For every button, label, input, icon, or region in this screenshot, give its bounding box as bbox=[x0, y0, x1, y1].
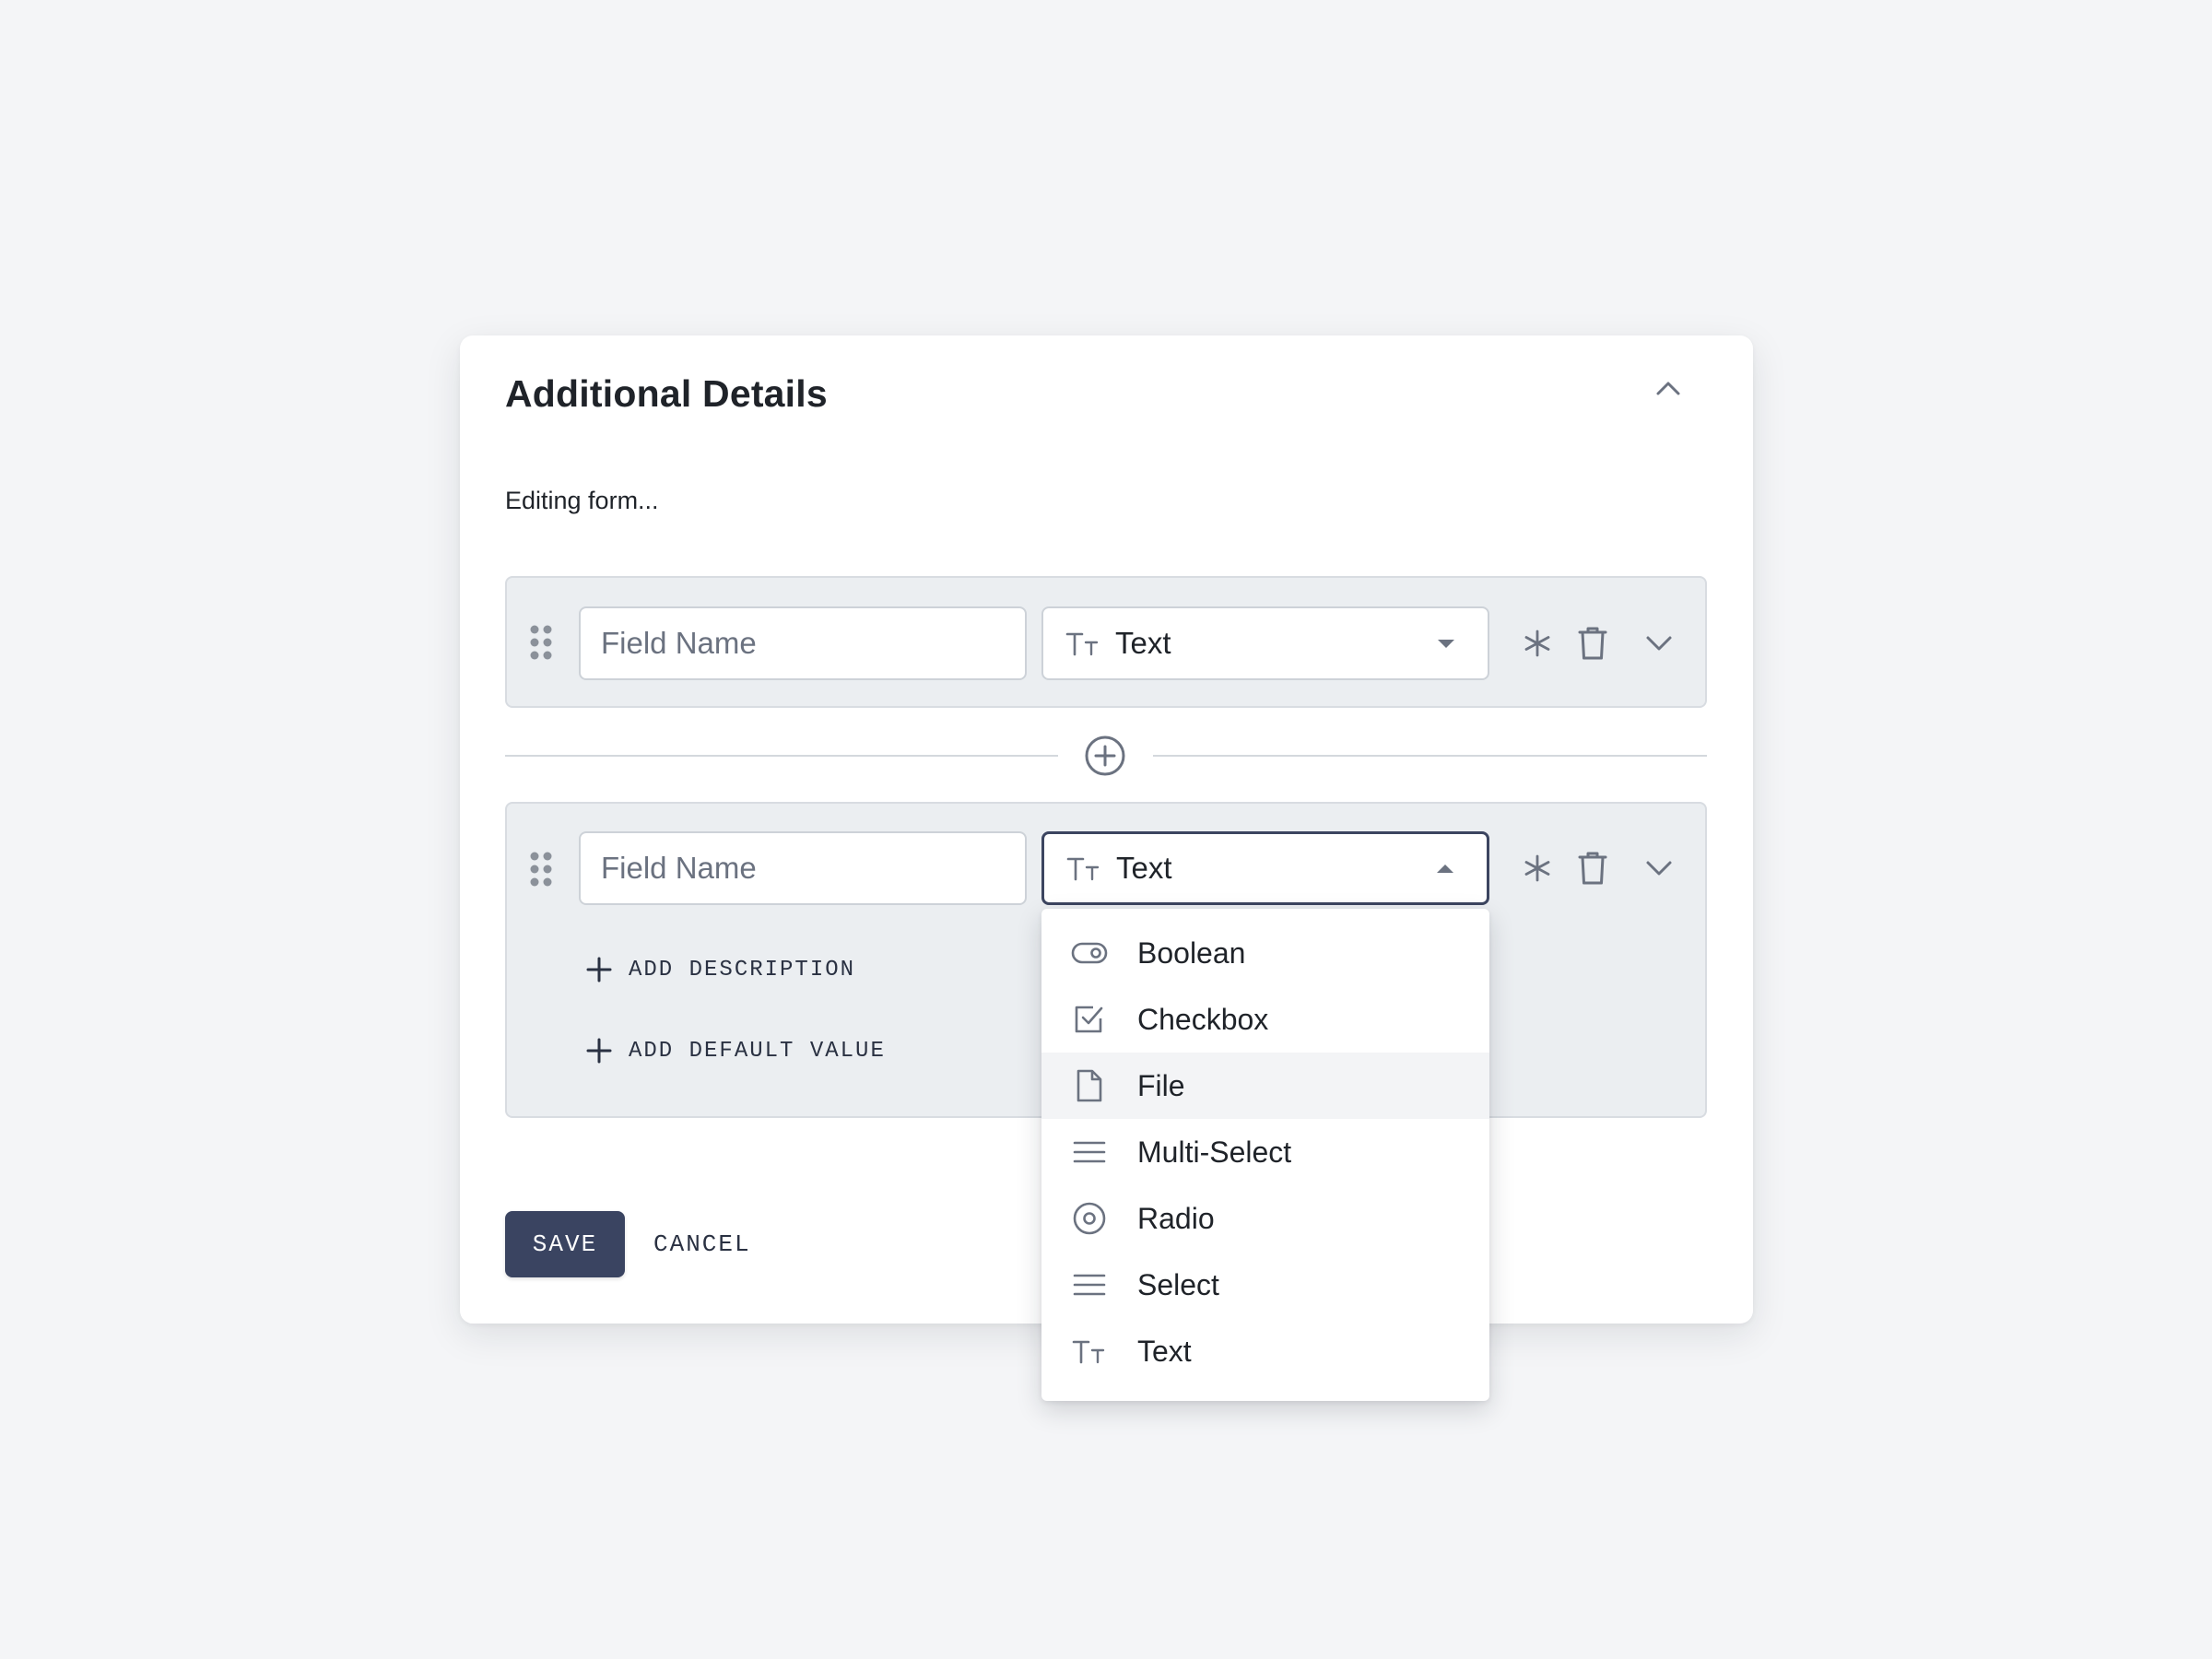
expand-field-button[interactable] bbox=[1637, 621, 1681, 665]
field-name-input[interactable]: Field Name bbox=[579, 606, 1027, 680]
plus-icon bbox=[586, 1038, 612, 1064]
add-description-label: ADD DESCRIPTION bbox=[629, 957, 856, 982]
type-option-multi-select[interactable]: Multi-Select bbox=[1041, 1119, 1489, 1185]
text-type-icon bbox=[1066, 857, 1100, 881]
add-description-button[interactable]: ADD DESCRIPTION bbox=[586, 957, 855, 982]
caret-down-icon bbox=[1438, 640, 1454, 648]
chevron-down-icon bbox=[1646, 636, 1672, 651]
list-icon bbox=[1071, 1266, 1108, 1303]
field-row: Field Name Text bbox=[505, 576, 1707, 708]
required-toggle-button[interactable] bbox=[1515, 621, 1559, 665]
list-icon bbox=[1071, 1134, 1108, 1171]
type-option-label: Checkbox bbox=[1137, 1002, 1269, 1036]
plus-circle-icon bbox=[1085, 735, 1125, 776]
type-option-select[interactable]: Select bbox=[1041, 1252, 1489, 1318]
divider-left bbox=[505, 755, 1058, 757]
caret-up-icon bbox=[1437, 865, 1453, 873]
expand-field-button[interactable] bbox=[1637, 846, 1681, 890]
field-type-select[interactable]: Text bbox=[1041, 831, 1489, 905]
checkbox-icon bbox=[1071, 1001, 1108, 1038]
plus-icon bbox=[586, 957, 612, 982]
type-option-label: Radio bbox=[1137, 1201, 1215, 1235]
drag-handle-icon bbox=[530, 625, 552, 660]
type-option-file[interactable]: File bbox=[1041, 1053, 1489, 1119]
type-option-label: Select bbox=[1137, 1267, 1219, 1301]
delete-field-button[interactable] bbox=[1571, 621, 1615, 665]
type-option-radio[interactable]: Radio bbox=[1041, 1185, 1489, 1252]
drag-handle-icon bbox=[530, 852, 552, 887]
type-option-label: Boolean bbox=[1137, 935, 1246, 970]
form-status-text: Editing form... bbox=[505, 487, 659, 514]
add-default-value-button[interactable]: ADD DEFAULT VALUE bbox=[586, 1038, 886, 1064]
type-option-label: File bbox=[1137, 1068, 1185, 1102]
card-title: Additional Details bbox=[505, 372, 828, 415]
field-type-value: Text bbox=[1115, 626, 1171, 660]
divider-right bbox=[1153, 755, 1707, 757]
type-option-checkbox[interactable]: Checkbox bbox=[1041, 986, 1489, 1053]
drag-handle[interactable] bbox=[529, 851, 553, 888]
file-icon bbox=[1071, 1067, 1108, 1104]
cancel-button[interactable]: CANCEL bbox=[653, 1211, 751, 1277]
field-type-value: Text bbox=[1116, 851, 1172, 885]
field-type-select[interactable]: Text bbox=[1041, 606, 1489, 680]
type-option-label: Multi-Select bbox=[1137, 1135, 1292, 1169]
chevron-down-icon bbox=[1646, 861, 1672, 876]
field-type-dropdown: Boolean Checkbox File Multi-Select Radio… bbox=[1041, 909, 1489, 1401]
asterisk-icon bbox=[1524, 854, 1550, 882]
add-field-button[interactable] bbox=[1083, 734, 1127, 778]
trash-icon bbox=[1578, 627, 1607, 660]
text-type-icon bbox=[1071, 1333, 1108, 1370]
field-name-input[interactable]: Field Name bbox=[579, 831, 1027, 905]
trash-icon bbox=[1578, 852, 1607, 885]
toggle-icon bbox=[1071, 935, 1108, 971]
type-option-boolean[interactable]: Boolean bbox=[1041, 920, 1489, 986]
text-type-icon bbox=[1065, 632, 1099, 656]
type-option-label: Text bbox=[1137, 1334, 1192, 1368]
required-toggle-button[interactable] bbox=[1515, 846, 1559, 890]
chevron-up-icon bbox=[1656, 382, 1680, 395]
save-button[interactable]: SAVE bbox=[505, 1211, 625, 1277]
type-option-text[interactable]: Text bbox=[1041, 1318, 1489, 1384]
radio-icon bbox=[1071, 1200, 1108, 1237]
collapse-button[interactable] bbox=[1649, 369, 1688, 407]
drag-handle[interactable] bbox=[529, 624, 553, 661]
add-default-value-label: ADD DEFAULT VALUE bbox=[629, 1038, 886, 1064]
delete-field-button[interactable] bbox=[1571, 846, 1615, 890]
asterisk-icon bbox=[1524, 629, 1550, 657]
